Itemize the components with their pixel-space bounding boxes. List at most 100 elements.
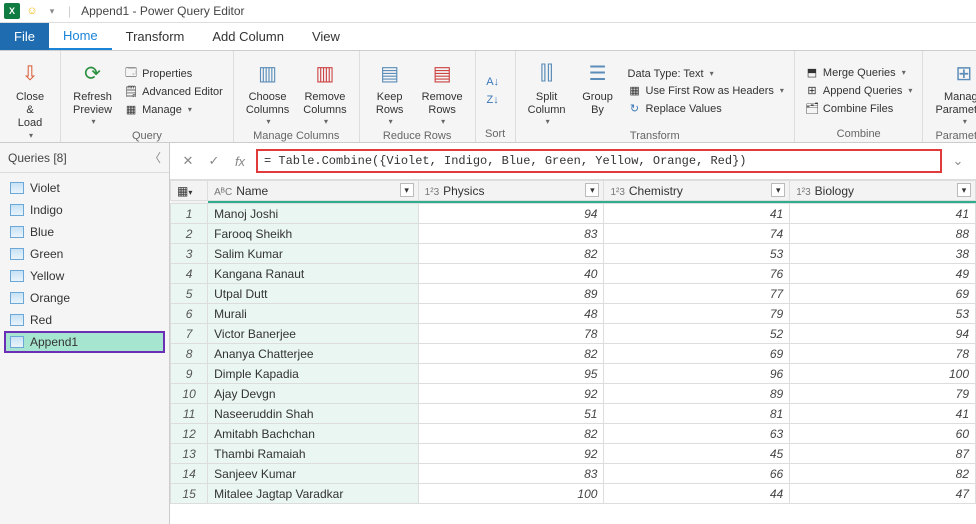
choose-columns-button[interactable]: ▥Choose Columns▾ — [242, 55, 293, 128]
table-row[interactable]: 3Salim Kumar825338 — [171, 244, 976, 264]
column-header-biology[interactable]: 1²3Biology▾ — [790, 181, 976, 201]
close-load-button[interactable]: ⇩ Close & Load▾ — [8, 55, 52, 142]
table-row[interactable]: 1Manoj Joshi944141 — [171, 204, 976, 224]
cell-physics[interactable]: 40 — [418, 264, 604, 284]
cell-physics[interactable]: 78 — [418, 324, 604, 344]
table-row[interactable]: 9Dimple Kapadia9596100 — [171, 364, 976, 384]
table-row[interactable]: 10Ajay Devgn928979 — [171, 384, 976, 404]
cell-name[interactable]: Ajay Devgn — [208, 384, 419, 404]
cell-physics[interactable]: 51 — [418, 404, 604, 424]
column-filter-icon[interactable]: ▾ — [957, 183, 971, 197]
expand-formula-button[interactable]: ⌄ — [948, 151, 968, 171]
cell-chemistry[interactable]: 81 — [604, 404, 790, 424]
cell-chemistry[interactable]: 89 — [604, 384, 790, 404]
cell-physics[interactable]: 100 — [418, 484, 604, 504]
cell-biology[interactable]: 100 — [790, 364, 976, 384]
query-item-append1[interactable]: Append1 — [4, 331, 165, 353]
column-filter-icon[interactable]: ▾ — [585, 183, 599, 197]
cell-name[interactable]: Ananya Chatterjee — [208, 344, 419, 364]
query-item-yellow[interactable]: Yellow — [4, 265, 165, 287]
cell-chemistry[interactable]: 45 — [604, 444, 790, 464]
cell-chemistry[interactable]: 74 — [604, 224, 790, 244]
cell-chemistry[interactable]: 53 — [604, 244, 790, 264]
cell-name[interactable]: Victor Banerjee — [208, 324, 419, 344]
formula-input[interactable] — [256, 149, 942, 173]
cell-name[interactable]: Murali — [208, 304, 419, 324]
cell-chemistry[interactable]: 66 — [604, 464, 790, 484]
cell-physics[interactable]: 82 — [418, 344, 604, 364]
cell-physics[interactable]: 82 — [418, 424, 604, 444]
cell-physics[interactable]: 83 — [418, 224, 604, 244]
tab-file[interactable]: File — [0, 23, 49, 50]
column-header-name[interactable]: AᴮCName▾ — [208, 181, 419, 201]
keep-rows-button[interactable]: ▤Keep Rows▾ — [368, 55, 412, 128]
cell-biology[interactable]: 41 — [790, 404, 976, 424]
data-grid[interactable]: ▦▾ AᴮCName▾ 1²3Physics▾ 1²3Chemistry▾ 1²… — [170, 180, 976, 524]
cell-biology[interactable]: 94 — [790, 324, 976, 344]
query-item-indigo[interactable]: Indigo — [4, 199, 165, 221]
group-by-button[interactable]: ☰Group By — [576, 55, 620, 128]
cell-biology[interactable]: 87 — [790, 444, 976, 464]
cell-chemistry[interactable]: 44 — [604, 484, 790, 504]
cell-physics[interactable]: 94 — [418, 204, 604, 224]
table-row[interactable]: 12Amitabh Bachchan826360 — [171, 424, 976, 444]
tab-transform[interactable]: Transform — [112, 23, 199, 50]
remove-columns-button[interactable]: ▥Remove Columns▾ — [299, 55, 350, 128]
accept-formula-button[interactable]: ✓ — [204, 151, 224, 171]
tab-home[interactable]: Home — [49, 23, 112, 50]
cell-name[interactable]: Dimple Kapadia — [208, 364, 419, 384]
table-row[interactable]: 2Farooq Sheikh837488 — [171, 224, 976, 244]
properties-button[interactable]: 🗔Properties — [122, 66, 225, 82]
cell-physics[interactable]: 48 — [418, 304, 604, 324]
query-item-violet[interactable]: Violet — [4, 177, 165, 199]
cell-name[interactable]: Salim Kumar — [208, 244, 419, 264]
merge-queries-button[interactable]: ⬒Merge Queries▾ — [803, 65, 915, 81]
cell-biology[interactable]: 47 — [790, 484, 976, 504]
append-queries-button[interactable]: ⊞Append Queries▾ — [803, 83, 915, 99]
column-header-physics[interactable]: 1²3Physics▾ — [418, 181, 604, 201]
cell-name[interactable]: Amitabh Bachchan — [208, 424, 419, 444]
tab-view[interactable]: View — [298, 23, 354, 50]
cell-physics[interactable]: 83 — [418, 464, 604, 484]
cell-biology[interactable]: 41 — [790, 204, 976, 224]
cell-biology[interactable]: 53 — [790, 304, 976, 324]
split-column-button[interactable]: ⫿⫿Split Column▾ — [524, 55, 570, 128]
qat-dropdown-icon[interactable]: ▾ — [44, 3, 60, 19]
cell-chemistry[interactable]: 63 — [604, 424, 790, 444]
sort-asc-button[interactable]: A↓ — [484, 74, 507, 90]
cell-biology[interactable]: 82 — [790, 464, 976, 484]
table-row[interactable]: 5Utpal Dutt897769 — [171, 284, 976, 304]
query-item-red[interactable]: Red — [4, 309, 165, 331]
cell-name[interactable]: Manoj Joshi — [208, 204, 419, 224]
cell-name[interactable]: Thambi Ramaiah — [208, 444, 419, 464]
cell-name[interactable]: Naseeruddin Shah — [208, 404, 419, 424]
table-row[interactable]: 15Mitalee Jagtap Varadkar1004447 — [171, 484, 976, 504]
cell-biology[interactable]: 49 — [790, 264, 976, 284]
cell-biology[interactable]: 69 — [790, 284, 976, 304]
table-row[interactable]: 11Naseeruddin Shah518141 — [171, 404, 976, 424]
replace-values-button[interactable]: ↻Replace Values — [626, 101, 786, 117]
queries-header[interactable]: Queries [8] 〈 — [0, 143, 169, 173]
cell-chemistry[interactable]: 96 — [604, 364, 790, 384]
cell-chemistry[interactable]: 69 — [604, 344, 790, 364]
smiley-icon[interactable]: ☺ — [24, 3, 40, 19]
column-filter-icon[interactable]: ▾ — [771, 183, 785, 197]
cell-name[interactable]: Farooq Sheikh — [208, 224, 419, 244]
first-row-headers-button[interactable]: ▦Use First Row as Headers▾ — [626, 83, 786, 99]
cell-physics[interactable]: 92 — [418, 444, 604, 464]
table-row[interactable]: 4Kangana Ranaut407649 — [171, 264, 976, 284]
table-row[interactable]: 13Thambi Ramaiah924587 — [171, 444, 976, 464]
cell-chemistry[interactable]: 52 — [604, 324, 790, 344]
table-row[interactable]: 7Victor Banerjee785294 — [171, 324, 976, 344]
cell-name[interactable]: Mitalee Jagtap Varadkar — [208, 484, 419, 504]
data-type-button[interactable]: Data Type: Text▾ — [626, 67, 786, 81]
table-row[interactable]: 8Ananya Chatterjee826978 — [171, 344, 976, 364]
cell-name[interactable]: Sanjeev Kumar — [208, 464, 419, 484]
combine-files-button[interactable]: 🗂Combine Files — [803, 101, 915, 117]
query-item-blue[interactable]: Blue — [4, 221, 165, 243]
collapse-icon[interactable]: 〈 — [149, 149, 161, 166]
remove-rows-button[interactable]: ▤Remove Rows▾ — [418, 55, 467, 128]
query-item-green[interactable]: Green — [4, 243, 165, 265]
tab-add-column[interactable]: Add Column — [198, 23, 298, 50]
cell-biology[interactable]: 88 — [790, 224, 976, 244]
